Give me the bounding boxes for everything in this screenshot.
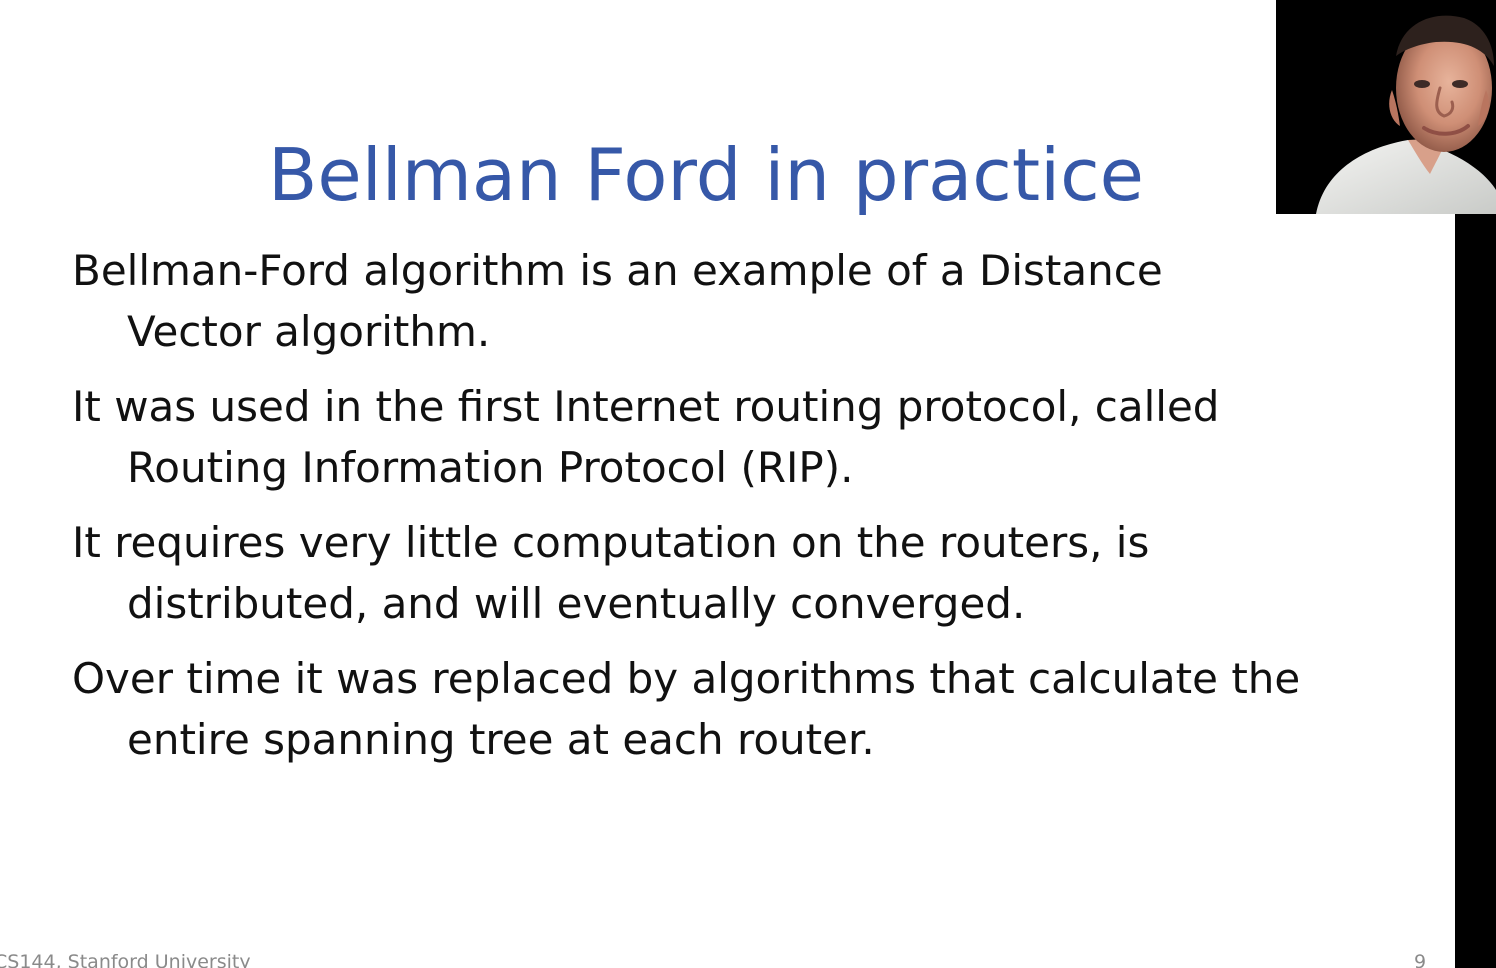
bullet-item: Bellman-Ford algorithm is an example of … [72,246,1163,356]
slide-page-number: 9 [1414,951,1427,968]
video-side-bar [1455,214,1496,968]
slide-footer: CS144, Stanford University [0,951,251,968]
bullet-item: It requires very little computation on t… [72,518,1150,628]
presenter-image [1276,0,1496,214]
bullet-item: Over time it was replaced by algorithms … [72,654,1301,764]
presenter-webcam [1276,0,1496,214]
bullet-list: Bellman-Ford algorithm is an example of … [72,240,1302,784]
bullet-item: It was used in the first Internet routin… [72,382,1220,492]
slide-title: Bellman Ford in practice [268,133,1144,217]
slide: Bellman Ford in practice Bellman-Ford al… [0,0,1455,968]
